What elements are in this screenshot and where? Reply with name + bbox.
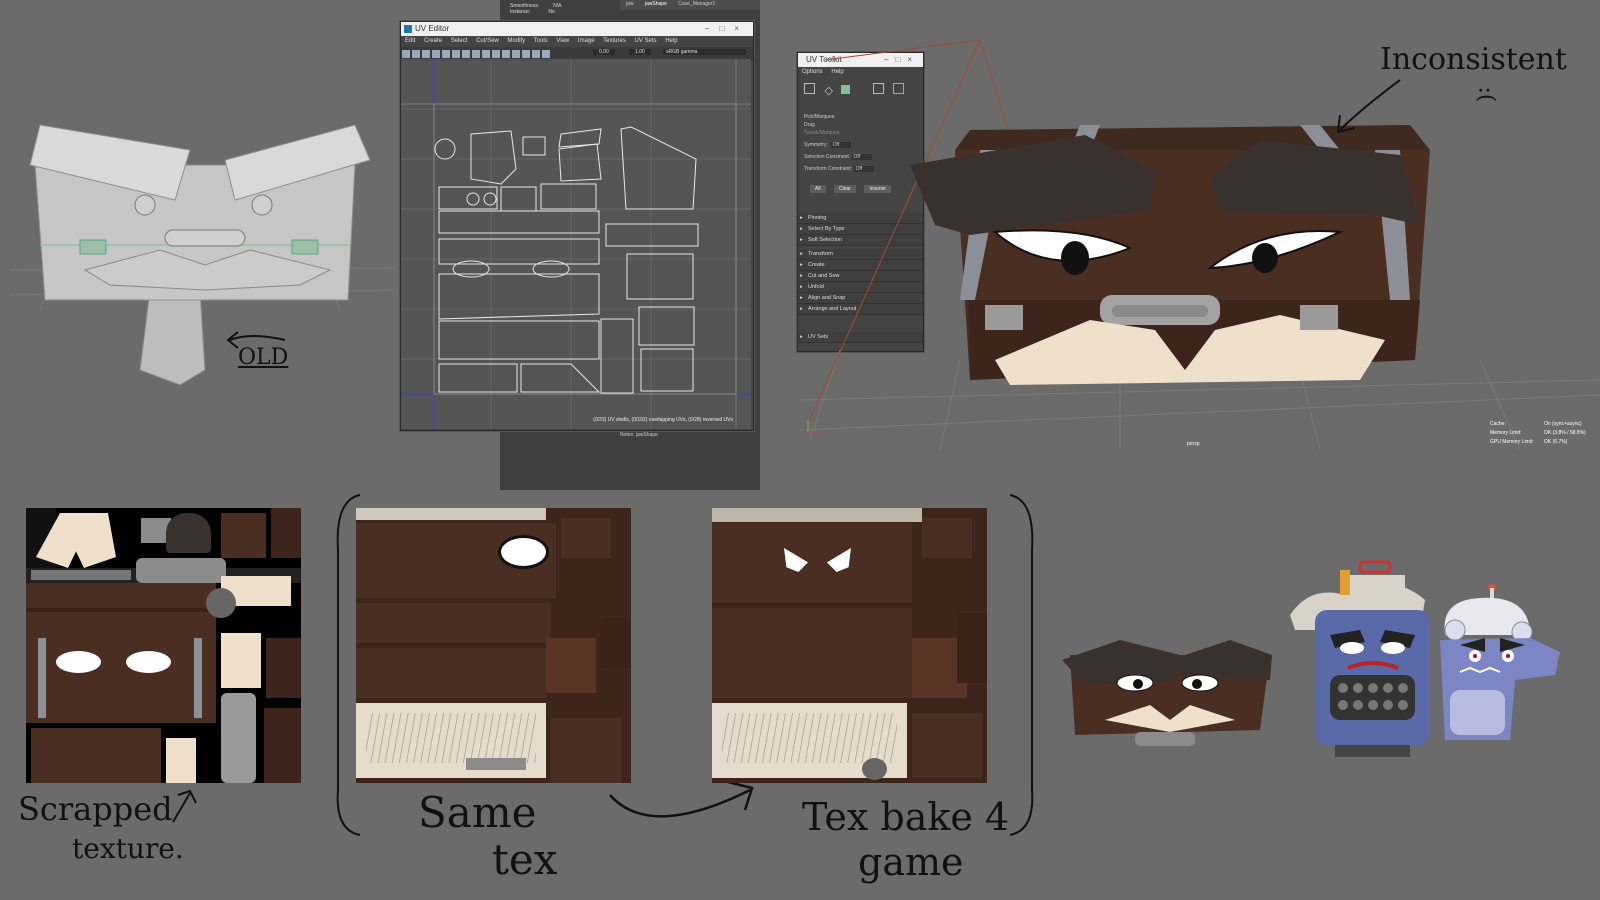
tool-icon[interactable] — [522, 50, 530, 58]
colorspace-select[interactable]: sRGB gamma — [663, 49, 746, 55]
menu-modify[interactable]: Modify — [507, 38, 525, 44]
uv-grid-canvas[interactable]: (0/33) UV shells, (0/192) overlapping UV… — [401, 59, 751, 429]
attr-row: Instance: No — [510, 9, 555, 15]
tool-icon[interactable] — [482, 50, 490, 58]
menu-view[interactable]: View — [556, 38, 569, 44]
in-game-characters-render — [1062, 560, 1560, 757]
scrapped-label-line1: Scrapped — [18, 790, 173, 828]
tool-icon[interactable] — [502, 50, 510, 58]
tab-jaw[interactable]: jaw — [626, 1, 634, 7]
inconsistent-label: Inconsistent — [1380, 42, 1567, 77]
tool-icon[interactable] — [452, 50, 460, 58]
menu-tools[interactable]: Tools — [534, 38, 548, 44]
menu-image[interactable]: Image — [578, 38, 595, 44]
tool-icon[interactable] — [432, 50, 440, 58]
baked-texture-same — [356, 508, 631, 783]
tab-case-manager[interactable]: Case_Manager1 — [678, 1, 715, 7]
hud-info: Cache: On (sync+async) Memory Limit: OK (3… — [1490, 421, 1586, 445]
tool-icon[interactable] — [542, 50, 550, 58]
menu-textures[interactable]: Textures — [603, 38, 626, 44]
tool-icon[interactable] — [402, 50, 410, 58]
old-label: OLD — [238, 345, 289, 370]
menu-create[interactable]: Create — [424, 38, 442, 44]
menu-edit[interactable]: Edit — [405, 38, 415, 44]
notes-label: Notes: jawShape — [620, 432, 658, 438]
uv-editor-window[interactable]: UV Editor –□× Edit Create Select Cut/Sew… — [400, 21, 754, 431]
baked-texture-game — [712, 508, 987, 783]
bake-label-line2: game — [858, 840, 964, 884]
tab-jawshape[interactable]: jawShape — [645, 1, 667, 7]
tool-icon[interactable] — [412, 50, 420, 58]
maya-icon — [404, 25, 412, 33]
value-field-1[interactable]: 0.00 — [593, 49, 615, 55]
old-model-viewport: OLD — [0, 0, 396, 470]
uv-editor-menubar: Edit Create Select Cut/Sew Modify Tools … — [401, 36, 753, 47]
tool-icon[interactable] — [422, 50, 430, 58]
menu-select[interactable]: Select — [451, 38, 468, 44]
uv-editor-titlebar[interactable]: UV Editor –□× — [401, 22, 753, 36]
uv-status-text: (0/33) UV shells, (0/192) overlapping UV… — [593, 417, 733, 423]
menu-uvsets[interactable]: UV Sets — [635, 38, 657, 44]
tool-icon[interactable] — [492, 50, 500, 58]
same-label-line2: tex — [492, 835, 558, 884]
old-model-render — [9, 124, 396, 386]
window-controls-icon[interactable]: –□× — [705, 22, 749, 36]
uv-layout — [401, 59, 751, 429]
value-field-2[interactable]: 1.00 — [629, 49, 651, 55]
tool-icon[interactable] — [472, 50, 480, 58]
same-label-line1: Same — [418, 788, 537, 837]
sad-face-label: :( — [1473, 86, 1499, 103]
tool-icon[interactable] — [442, 50, 450, 58]
uv-editor-title: UV Editor — [415, 24, 450, 33]
scrapped-texture-image — [26, 508, 301, 783]
bake-label-line1: Tex bake 4 — [802, 795, 1010, 839]
tool-icon[interactable] — [462, 50, 470, 58]
camera-label: persp — [1187, 441, 1200, 447]
menu-help[interactable]: Help — [665, 38, 677, 44]
menu-cutsew[interactable]: Cut/Sew — [476, 38, 499, 44]
scrapped-arrow-icon — [172, 789, 197, 823]
tool-icon[interactable] — [532, 50, 540, 58]
tool-icon[interactable] — [512, 50, 520, 58]
scrapped-label-line2: texture. — [72, 832, 184, 865]
perspective-viewport[interactable]: Inconsistent :( persp Cache: On (sync+asy… — [799, 0, 1600, 460]
